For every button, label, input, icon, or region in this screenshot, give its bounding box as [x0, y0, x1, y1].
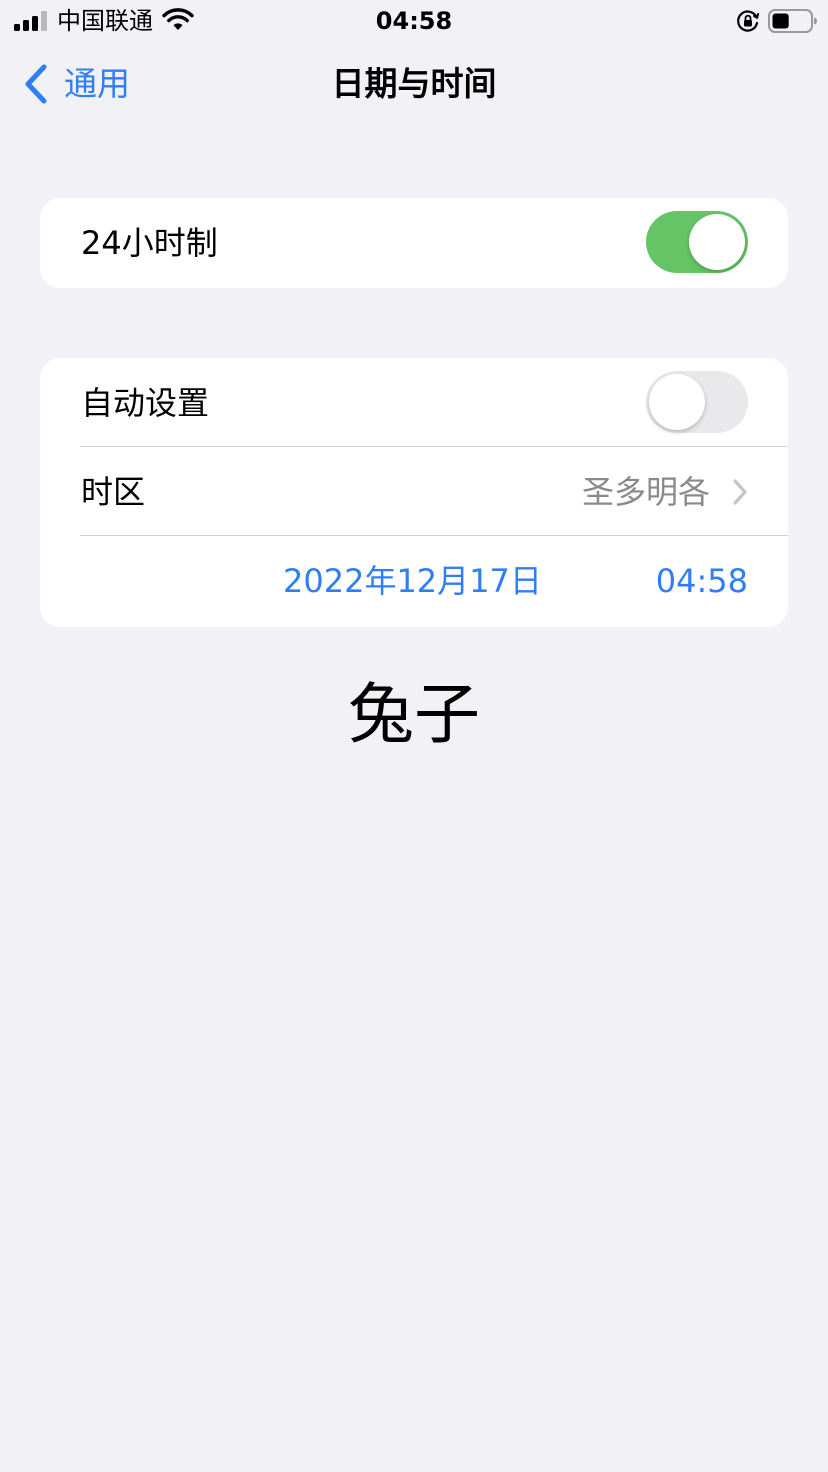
- row-set-automatically: 自动设置: [40, 358, 788, 447]
- set-automatically-toggle[interactable]: [646, 371, 748, 433]
- row-date-time: 2022年12月17日 04:58: [40, 535, 788, 626]
- row-label: 24小时制: [81, 224, 218, 262]
- status-time: 04:58: [375, 7, 453, 35]
- row-24-hour-time: 24小时制: [40, 198, 788, 287]
- toggle-knob: [689, 214, 745, 270]
- row-time-zone[interactable]: 时区 圣多明各: [40, 446, 788, 536]
- battery-icon: [768, 9, 817, 33]
- settings-group-time-format: 24小时制: [40, 198, 788, 288]
- date-picker-button[interactable]: 2022年12月17日: [283, 536, 542, 626]
- row-label: 自动设置: [81, 384, 210, 422]
- status-bar: 中国联通 04:58: [0, 0, 828, 42]
- orientation-lock-icon: [737, 10, 759, 32]
- chevron-right-icon: [733, 479, 747, 505]
- row-label: 时区: [81, 473, 146, 511]
- settings-group-date-time: 自动设置 时区 圣多明各 2022年12月17日 04:58: [40, 358, 788, 627]
- time-picker-button[interactable]: 04:58: [656, 536, 748, 626]
- navigation-bar: 通用 日期与时间: [0, 44, 828, 124]
- 24-hour-toggle[interactable]: [646, 211, 748, 273]
- page-title: 日期与时间: [331, 64, 497, 103]
- toggle-knob: [649, 374, 705, 430]
- time-zone-value: 圣多明各: [581, 473, 710, 511]
- overlay-text: 兔子: [348, 676, 480, 753]
